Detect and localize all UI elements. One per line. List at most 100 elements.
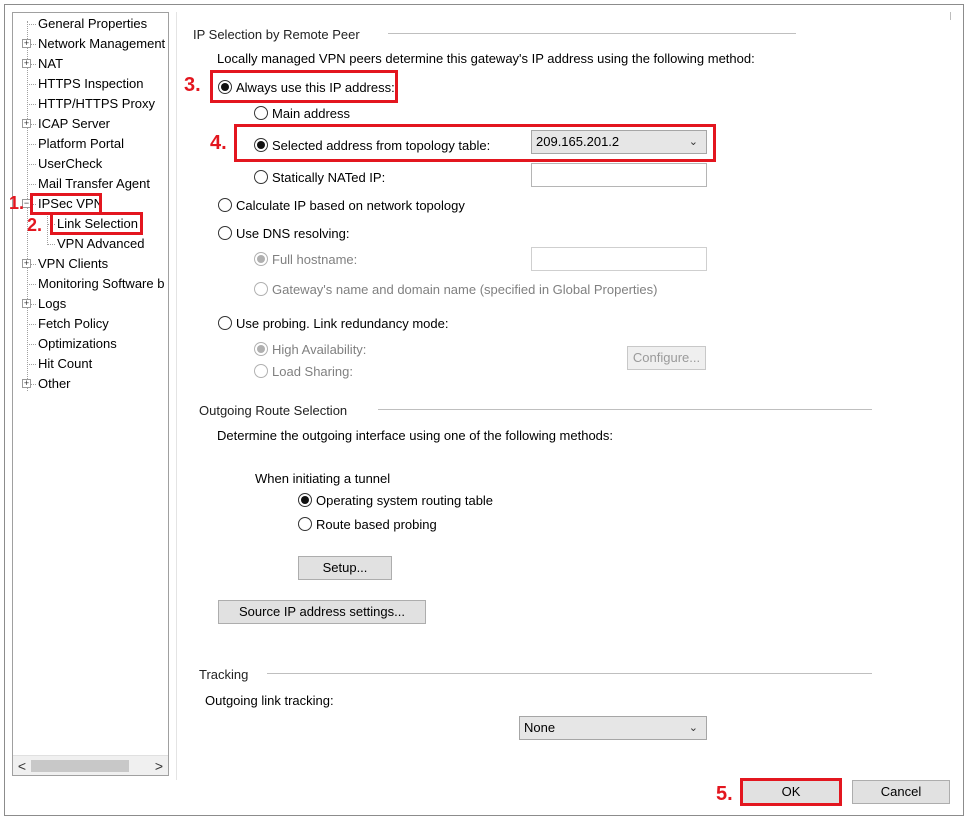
- high-availability-label: High Availability:: [272, 342, 367, 357]
- load-sharing-radio[interactable]: [254, 364, 268, 378]
- statically-nated-input[interactable]: [531, 163, 707, 187]
- os-routing-label[interactable]: Operating system routing table: [316, 493, 493, 508]
- source-ip-settings-button[interactable]: Source IP address settings...: [218, 600, 426, 624]
- route-probing-radio[interactable]: [298, 517, 312, 531]
- tree-item-label: Logs: [38, 296, 67, 311]
- step-2-label: 2.: [27, 215, 43, 235]
- tree-item[interactable]: Hit Count: [13, 355, 168, 373]
- expand-icon[interactable]: +: [22, 59, 31, 68]
- tree-item-label: General Properties: [38, 16, 148, 31]
- step-1-label: 1.: [9, 193, 25, 213]
- scroll-left-icon[interactable]: <: [13, 756, 31, 775]
- tree-connector: [27, 344, 36, 345]
- main-address-radio[interactable]: [254, 106, 268, 120]
- full-hostname-radio[interactable]: [254, 252, 268, 266]
- scrollbar-thumb[interactable]: [31, 760, 129, 772]
- tree-connector: [27, 144, 36, 145]
- os-routing-radio[interactable]: [298, 493, 312, 507]
- group-divider: [267, 673, 872, 674]
- gateway-name-radio[interactable]: [254, 282, 268, 296]
- statically-nated-label[interactable]: Statically NATed IP:: [272, 170, 385, 185]
- tree-connector: [27, 284, 36, 285]
- scroll-right-icon[interactable]: >: [150, 756, 168, 775]
- chevron-down-icon: ⌄: [688, 722, 698, 734]
- tree-item[interactable]: + ICAP Server: [13, 115, 168, 133]
- tree-horizontal-scrollbar[interactable]: < >: [13, 755, 168, 775]
- annotation-box-always-use: [210, 70, 398, 103]
- tree-item[interactable]: HTTP/HTTPS Proxy: [13, 95, 168, 113]
- expand-icon[interactable]: +: [22, 259, 31, 268]
- route-probing-label[interactable]: Route based probing: [316, 517, 437, 532]
- statically-nated-radio[interactable]: [254, 170, 268, 184]
- tree-item[interactable]: UserCheck: [13, 155, 168, 173]
- tree-item[interactable]: Mail Transfer Agent: [13, 175, 168, 193]
- tree-item-label: Fetch Policy: [38, 316, 109, 331]
- step-4-label: 4.: [210, 132, 227, 154]
- tree-item[interactable]: Platform Portal: [13, 135, 168, 153]
- configure-button[interactable]: Configure...: [627, 346, 706, 370]
- tree-item[interactable]: VPN Advanced: [13, 235, 168, 253]
- gateway-name-label: Gateway's name and domain name (specifie…: [272, 282, 658, 297]
- tree-item-label: ICAP Server: [38, 116, 111, 131]
- high-availability-radio[interactable]: [254, 342, 268, 356]
- tree-connector: [27, 164, 36, 165]
- outgoing-route-description: Determine the outgoing interface using o…: [217, 428, 614, 443]
- tree-item-label: Network Management: [38, 36, 166, 51]
- tree-connector: [27, 324, 36, 325]
- ip-selection-description: Locally managed VPN peers determine this…: [217, 51, 755, 66]
- tree-item-label: Platform Portal: [38, 136, 124, 151]
- setup-button[interactable]: Setup...: [298, 556, 392, 580]
- tree-connector: [27, 104, 36, 105]
- tree-item[interactable]: + Network Management: [13, 35, 168, 53]
- annotation-box-topology: [234, 124, 716, 162]
- calculate-ip-radio[interactable]: [218, 198, 232, 212]
- tracking-dropdown[interactable]: None ⌄: [519, 716, 707, 740]
- tree-item[interactable]: General Properties: [13, 15, 168, 33]
- group-divider: [388, 33, 796, 34]
- tree-item[interactable]: + Logs: [13, 295, 168, 313]
- when-initiating-label: When initiating a tunnel: [255, 471, 391, 486]
- expand-icon[interactable]: +: [22, 119, 31, 128]
- tree-connector: [27, 24, 36, 25]
- panel-separator: [176, 12, 177, 780]
- full-hostname-input[interactable]: [531, 247, 707, 271]
- tree-item[interactable]: HTTPS Inspection: [13, 75, 168, 93]
- edge-mark: [950, 12, 951, 20]
- tree-item-label: Monitoring Software b: [38, 276, 165, 291]
- group-divider: [378, 409, 872, 410]
- ip-selection-title: IP Selection by Remote Peer: [193, 27, 360, 42]
- use-probing-label[interactable]: Use probing. Link redundancy mode:: [236, 316, 448, 331]
- tree-item-label: HTTPS Inspection: [38, 76, 144, 91]
- tree-item[interactable]: Monitoring Software b: [13, 275, 168, 293]
- tree-item[interactable]: + Other: [13, 375, 168, 393]
- use-probing-radio[interactable]: [218, 316, 232, 330]
- calculate-ip-label[interactable]: Calculate IP based on network topology: [236, 198, 465, 213]
- tree-connector: [47, 244, 55, 245]
- tree-item-label: VPN Advanced: [57, 236, 145, 251]
- tree-item-label: HTTP/HTTPS Proxy: [38, 96, 156, 111]
- tree-item-label: Mail Transfer Agent: [38, 176, 150, 191]
- expand-icon[interactable]: +: [22, 299, 31, 308]
- tracking-title: Tracking: [199, 667, 249, 682]
- main-address-label[interactable]: Main address: [272, 106, 350, 121]
- tree-item-label: Other: [38, 376, 71, 391]
- use-dns-label[interactable]: Use DNS resolving:: [236, 226, 349, 241]
- tree-connector: [27, 364, 36, 365]
- use-dns-radio[interactable]: [218, 226, 232, 240]
- expand-icon[interactable]: +: [22, 39, 31, 48]
- annotation-box-ok: [740, 778, 842, 806]
- tree-item[interactable]: Optimizations: [13, 335, 168, 353]
- tree-item-label: NAT: [38, 56, 64, 71]
- tree-item[interactable]: + VPN Clients: [13, 255, 168, 273]
- tree-item[interactable]: + NAT: [13, 55, 168, 73]
- tree-item-label: UserCheck: [38, 156, 103, 171]
- tree-item-label: VPN Clients: [38, 256, 109, 271]
- step-5-label: 5.: [716, 783, 733, 805]
- tree-connector: [27, 184, 36, 185]
- annotation-box-link-selection: [50, 212, 143, 235]
- step-3-label: 3.: [184, 74, 201, 96]
- cancel-button[interactable]: Cancel: [852, 780, 950, 804]
- navigation-tree: General Properties + Network Management + NA…: [12, 12, 169, 776]
- expand-icon[interactable]: +: [22, 379, 31, 388]
- tree-item[interactable]: Fetch Policy: [13, 315, 168, 333]
